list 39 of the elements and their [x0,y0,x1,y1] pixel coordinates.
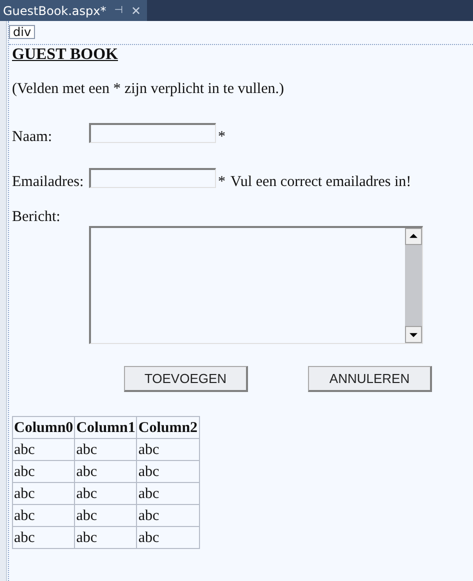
table-cell: abc [74,526,137,548]
field-label: Emailadres: [12,174,85,190]
scroll-up-icon[interactable] [405,228,422,245]
page-heading: GUEST BOOK [12,46,118,64]
table-cell: abc [12,526,75,548]
column-header: Column2 [136,416,200,438]
validation-message: Vul een correct emailadres in! [230,174,412,190]
table-cell: abc [12,482,75,504]
required-marker: * [218,174,226,190]
scroll-down-icon[interactable] [405,326,422,343]
table-cell: abc [136,460,200,482]
table-cell: abc [12,460,75,482]
document-tab[interactable]: GuestBook.aspx* ⊣ ✕ [0,0,148,21]
table-cell: abc [74,482,137,504]
required-marker: * [218,129,226,145]
text-input-field[interactable] [89,168,216,188]
table-cell: abc [12,438,75,460]
table-cell: abc [74,504,137,526]
text-input-field[interactable] [89,123,216,143]
table-cell: abc [136,438,200,460]
column-header: Column1 [74,416,137,438]
message-text-area[interactable] [89,226,423,344]
table-cell: abc [136,504,200,526]
form-button[interactable]: ANNULEREN [308,366,432,392]
pin-icon[interactable]: ⊣ [114,3,123,18]
close-icon[interactable]: ✕ [130,2,144,20]
required-fields-note: (Velden met een * zijn verplicht in te vullen.) [12,80,284,98]
element-tag-label: div [9,25,36,39]
table-cell: abc [74,438,137,460]
table-cell: abc [74,460,137,482]
field-label: Naam: [12,129,53,145]
tab-title: GuestBook.aspx* [3,2,106,20]
vertical-scrollbar[interactable] [405,228,422,343]
field-label: Bericht: [12,209,60,225]
table-cell: abc [12,504,75,526]
column-header: Column0 [12,416,75,438]
table-cell: abc [136,526,200,548]
form-button[interactable]: TOEVOEGEN [124,366,248,392]
table-cell: abc [136,482,200,504]
